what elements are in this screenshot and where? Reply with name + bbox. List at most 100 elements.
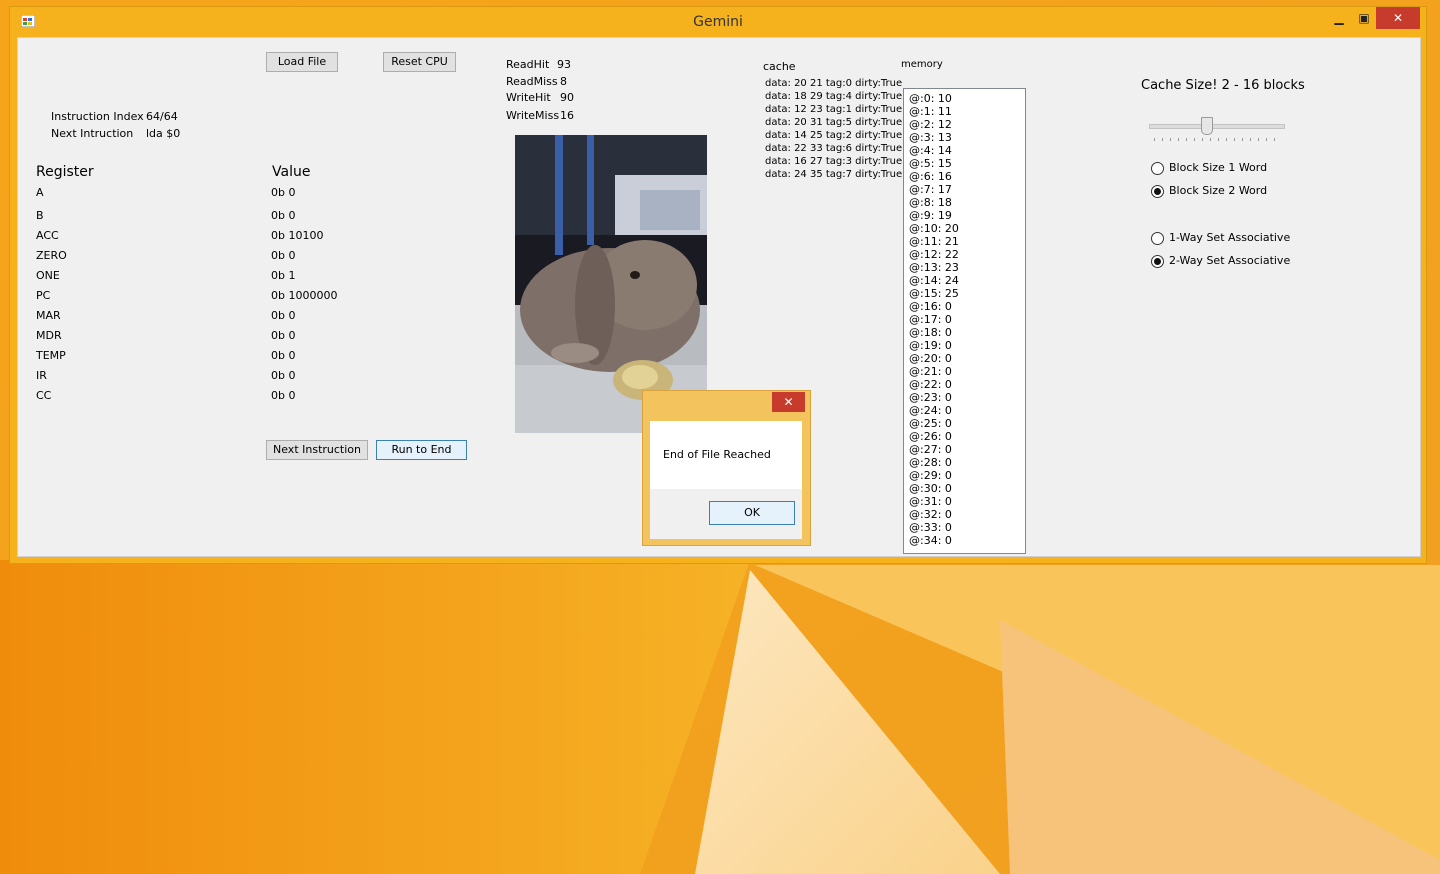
slider-tick [1250,138,1251,141]
memory-row[interactable]: @:19: 0 [904,339,1025,352]
maximize-button[interactable]: ▣ [1351,7,1377,29]
close-icon: ✕ [783,395,794,409]
register-name: ONE [36,269,60,282]
memory-row[interactable]: @:8: 18 [904,196,1025,209]
cache-list: data: 20 21 tag:0 dirty:True data: 18 29… [765,77,902,181]
ok-button[interactable]: OK [709,501,795,525]
register-value: 0b 0 [271,389,296,402]
slider-tick [1170,138,1171,141]
close-button[interactable]: ✕ [1376,7,1420,29]
stat-label: WriteMiss [506,109,560,122]
radio-label[interactable]: 2-Way Set Associative [1169,254,1290,267]
close-icon: ✕ [1392,11,1404,25]
memory-row[interactable]: @:3: 13 [904,131,1025,144]
cache-line: data: 20 31 tag:5 dirty:True [765,117,903,128]
radio-label[interactable]: Block Size 1 Word [1169,161,1267,174]
slider-thumb[interactable] [1201,117,1213,135]
reset-cpu-button[interactable]: Reset CPU [383,52,456,72]
load-file-button[interactable]: Load File [266,52,338,72]
register-value: 0b 0 [271,369,296,382]
cache-line: data: 20 21 tag:0 dirty:True [765,78,903,89]
minimize-button[interactable]: ▁ [1326,7,1352,29]
next-instruction-button[interactable]: Next Instruction [266,440,368,460]
radio-label[interactable]: Block Size 2 Word [1169,184,1267,197]
stat-value: 8 [560,75,567,88]
memory-row[interactable]: @:22: 0 [904,378,1025,391]
dialog-close-button[interactable]: ✕ [772,392,805,412]
cache-line: data: 16 27 tag:3 dirty:True [765,156,903,167]
run-to-end-button[interactable]: Run to End [376,440,467,460]
memory-row[interactable]: @:27: 0 [904,443,1025,456]
memory-row[interactable]: @:24: 0 [904,404,1025,417]
slider-tick [1226,138,1227,141]
cache-line: data: 12 23 tag:1 dirty:True [765,104,903,115]
memory-row[interactable]: @:5: 15 [904,157,1025,170]
memory-listbox[interactable]: @:0: 10 @:1: 11 @:2: 12 @:3: 13 @:4: 14 … [903,88,1026,554]
memory-row[interactable]: @:26: 0 [904,430,1025,443]
memory-row[interactable]: @:4: 14 [904,144,1025,157]
radio-block-size-1[interactable] [1151,162,1164,175]
memory-row[interactable]: @:11: 21 [904,235,1025,248]
memory-row[interactable]: @:16: 0 [904,300,1025,313]
stat-value: 93 [557,58,571,71]
memory-row[interactable]: @:12: 22 [904,248,1025,261]
memory-row[interactable]: @:32: 0 [904,508,1025,521]
slider-tick [1258,138,1259,141]
memory-row[interactable]: @:28: 0 [904,456,1025,469]
register-name: MDR [36,329,62,342]
memory-row[interactable]: @:9: 19 [904,209,1025,222]
memory-row[interactable]: @:21: 0 [904,365,1025,378]
register-name: TEMP [36,349,66,362]
minimize-icon: ▁ [1334,11,1344,25]
memory-row[interactable]: @:10: 20 [904,222,1025,235]
register-name: ZERO [36,249,67,262]
memory-row[interactable]: @:1: 11 [904,105,1025,118]
memory-row[interactable]: @:25: 0 [904,417,1025,430]
next-instruction-value: lda $0 [146,127,181,140]
slider-track[interactable] [1149,124,1285,129]
stat-value: 16 [560,109,574,122]
dialog-footer: OK [650,489,802,539]
slider-tick [1162,138,1163,141]
register-value: 0b 0 [271,249,296,262]
memory-row[interactable]: @:0: 10 [904,92,1025,105]
memory-row[interactable]: @:6: 16 [904,170,1025,183]
radio-2-way[interactable] [1151,255,1164,268]
slider-tick [1242,138,1243,141]
radio-block-size-2[interactable] [1151,185,1164,198]
memory-row[interactable]: @:33: 0 [904,521,1025,534]
memory-row[interactable]: @:34: 0 [904,534,1025,547]
memory-row[interactable]: @:2: 12 [904,118,1025,131]
register-header: Register [36,164,94,180]
register-value: 0b 0 [271,329,296,342]
stat-label: ReadMiss [506,75,558,88]
stat-label: WriteHit [506,91,551,104]
register-value: 0b 0 [271,349,296,362]
memory-label: memory [901,59,943,70]
register-name: MAR [36,309,61,322]
register-name: PC [36,289,51,302]
memory-row[interactable]: @:31: 0 [904,495,1025,508]
memory-row[interactable]: @:20: 0 [904,352,1025,365]
memory-row[interactable]: @:29: 0 [904,469,1025,482]
memory-row[interactable]: @:13: 23 [904,261,1025,274]
memory-row[interactable]: @:18: 0 [904,326,1025,339]
bunny-photo [515,135,707,433]
memory-row[interactable]: @:17: 0 [904,313,1025,326]
title-bar[interactable]: Gemini ▁ ▣ ✕ [10,7,1426,37]
register-name: CC [36,389,52,402]
instruction-index-value: 64/64 [146,110,178,123]
cache-line: data: 24 35 tag:7 dirty:True [765,169,903,180]
memory-row[interactable]: @:7: 17 [904,183,1025,196]
memory-row[interactable]: @:14: 24 [904,274,1025,287]
slider-tick [1154,138,1155,141]
maximize-icon: ▣ [1358,11,1370,25]
radio-label[interactable]: 1-Way Set Associative [1169,231,1290,244]
radio-1-way[interactable] [1151,232,1164,245]
slider-tick [1194,138,1195,141]
memory-row[interactable]: @:30: 0 [904,482,1025,495]
cache-label: cache [763,60,796,73]
instruction-index-label: Instruction Index [51,110,144,123]
memory-row[interactable]: @:15: 25 [904,287,1025,300]
memory-row[interactable]: @:23: 0 [904,391,1025,404]
